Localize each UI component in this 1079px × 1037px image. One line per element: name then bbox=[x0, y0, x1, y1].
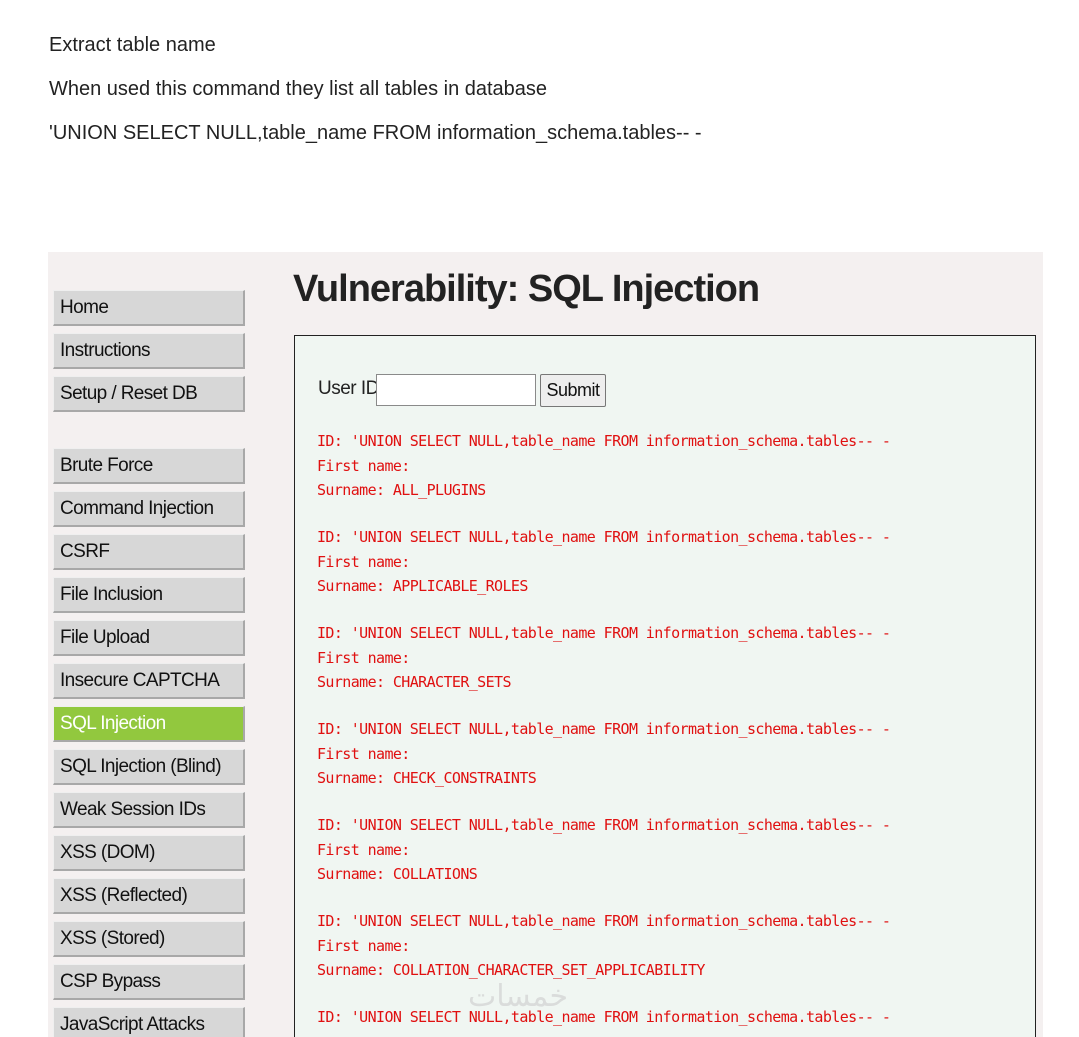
result-id-line: ID: 'UNION SELECT NULL,table_name FROM i… bbox=[317, 1008, 891, 1026]
sidebar-item-xss-reflected[interactable]: XSS (Reflected) bbox=[53, 878, 245, 914]
result-surname-line: Surname: ALL_PLUGINS bbox=[317, 481, 486, 499]
result-first-line: First name: bbox=[317, 840, 410, 859]
dvwa-screenshot: Home Instructions Setup / Reset DB Brute Fo… bbox=[48, 252, 1043, 1037]
sidebar-item-javascript-attacks[interactable]: JavaScript Attacks bbox=[53, 1007, 245, 1037]
sidebar-item-xss-stored[interactable]: XSS (Stored) bbox=[53, 921, 245, 957]
result-surname-line: Surname: CHARACTER_SETS bbox=[317, 673, 512, 691]
result-first-line: First name: bbox=[317, 648, 410, 667]
intro-title: Extract table name bbox=[49, 34, 216, 56]
result-surname-line: Surname: COLLATIONS bbox=[317, 865, 478, 883]
submit-button[interactable]: Submit bbox=[540, 374, 606, 407]
user-id-label: User ID: bbox=[318, 378, 384, 399]
sidebar-item-insecure-captcha[interactable]: Insecure CAPTCHA bbox=[53, 663, 245, 699]
result-first-line: First name: bbox=[317, 744, 410, 763]
sidebar-item-csrf[interactable]: CSRF bbox=[53, 534, 245, 570]
intro-description: When used this command they list all tab… bbox=[49, 78, 548, 100]
watermark: خمسات bbox=[468, 979, 569, 1014]
result-first-line: First name: bbox=[317, 552, 410, 571]
sidebar-item-weak-session-ids[interactable]: Weak Session IDs bbox=[53, 792, 245, 828]
result-id-line: ID: 'UNION SELECT NULL,table_name FROM i… bbox=[317, 624, 891, 642]
sidebar-item-file-inclusion[interactable]: File Inclusion bbox=[53, 577, 245, 613]
result-id-line: ID: 'UNION SELECT NULL,table_name FROM i… bbox=[317, 720, 891, 738]
sidebar-item-sql-injection-blind[interactable]: SQL Injection (Blind) bbox=[53, 749, 245, 785]
sidebar-item-instructions[interactable]: Instructions bbox=[53, 333, 245, 369]
result-surname-line: Surname: APPLICABLE_ROLES bbox=[317, 577, 528, 595]
sqli-panel: User ID: Submit ID: 'UNION SELECT NULL,t… bbox=[294, 335, 1036, 1037]
sidebar-item-file-upload[interactable]: File Upload bbox=[53, 620, 245, 656]
result-id-line: ID: 'UNION SELECT NULL,table_name FROM i… bbox=[317, 912, 891, 930]
result-id-line: ID: 'UNION SELECT NULL,table_name FROM i… bbox=[317, 528, 891, 546]
result-first-line: First name: bbox=[317, 936, 410, 955]
user-id-input[interactable] bbox=[376, 374, 536, 406]
intro-command: 'UNION SELECT NULL,table_name FROM infor… bbox=[49, 122, 702, 144]
result-id-line: ID: 'UNION SELECT NULL,table_name FROM i… bbox=[317, 816, 891, 834]
sidebar-item-csp-bypass[interactable]: CSP Bypass bbox=[53, 964, 245, 1000]
sidebar-item-command-injection[interactable]: Command Injection bbox=[53, 491, 245, 527]
sidebar-item-xss-dom[interactable]: XSS (DOM) bbox=[53, 835, 245, 871]
result-surname-line: Surname: CHECK_CONSTRAINTS bbox=[317, 769, 537, 787]
result-first-line: First name: bbox=[317, 456, 410, 475]
result-id-line: ID: 'UNION SELECT NULL,table_name FROM i… bbox=[317, 432, 891, 450]
page-title: Vulnerability: SQL Injection bbox=[293, 268, 760, 310]
sidebar-item-brute-force[interactable]: Brute Force bbox=[53, 448, 245, 484]
sidebar-item-sql-injection[interactable]: SQL Injection bbox=[53, 706, 245, 742]
sidebar-item-home[interactable]: Home bbox=[53, 290, 245, 326]
sidebar-item-setup-reset-db[interactable]: Setup / Reset DB bbox=[53, 376, 245, 412]
